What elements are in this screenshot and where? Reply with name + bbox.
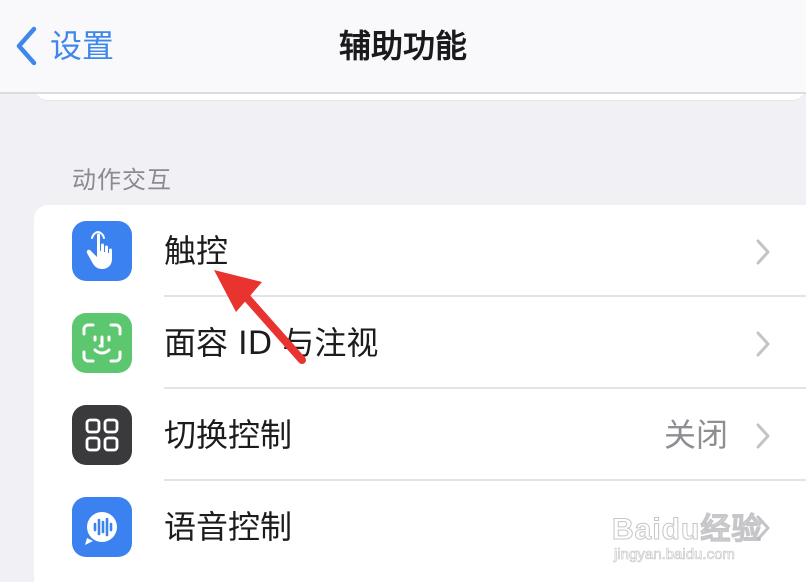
hand-touch-icon (72, 221, 132, 281)
switch-control-grid-icon (72, 405, 132, 465)
list-item-label: 触控 (164, 232, 229, 270)
chevron-right-icon (756, 239, 770, 265)
chevron-right-icon (756, 331, 770, 357)
voice-control-icon (72, 497, 132, 557)
list-item-label: 面容 ID 与注视 (164, 324, 379, 362)
watermark-logo-text: Baidu经验 (611, 513, 763, 547)
page-title: 辅助功能 (338, 27, 467, 65)
list-item-label: 语音控制 (164, 508, 293, 546)
watermark: Baidu经验 jingyan.baidu.com (611, 492, 802, 574)
chevron-right-icon (756, 423, 770, 449)
section-header: 动作交互 (72, 166, 172, 194)
navigation-bar: 设置 辅助功能 (0, 0, 806, 94)
list-item-face-id[interactable]: 面容 ID 与注视 (34, 297, 806, 389)
list-item-value: 关闭 (663, 416, 728, 454)
watermark-url: jingyan.baidu.com (614, 546, 736, 564)
list-item-switch-control[interactable]: 切换控制 关闭 (34, 389, 806, 481)
face-id-icon (72, 313, 132, 373)
list-item-label: 切换控制 (164, 416, 293, 454)
list-item-touch[interactable]: 触控 (34, 205, 806, 297)
